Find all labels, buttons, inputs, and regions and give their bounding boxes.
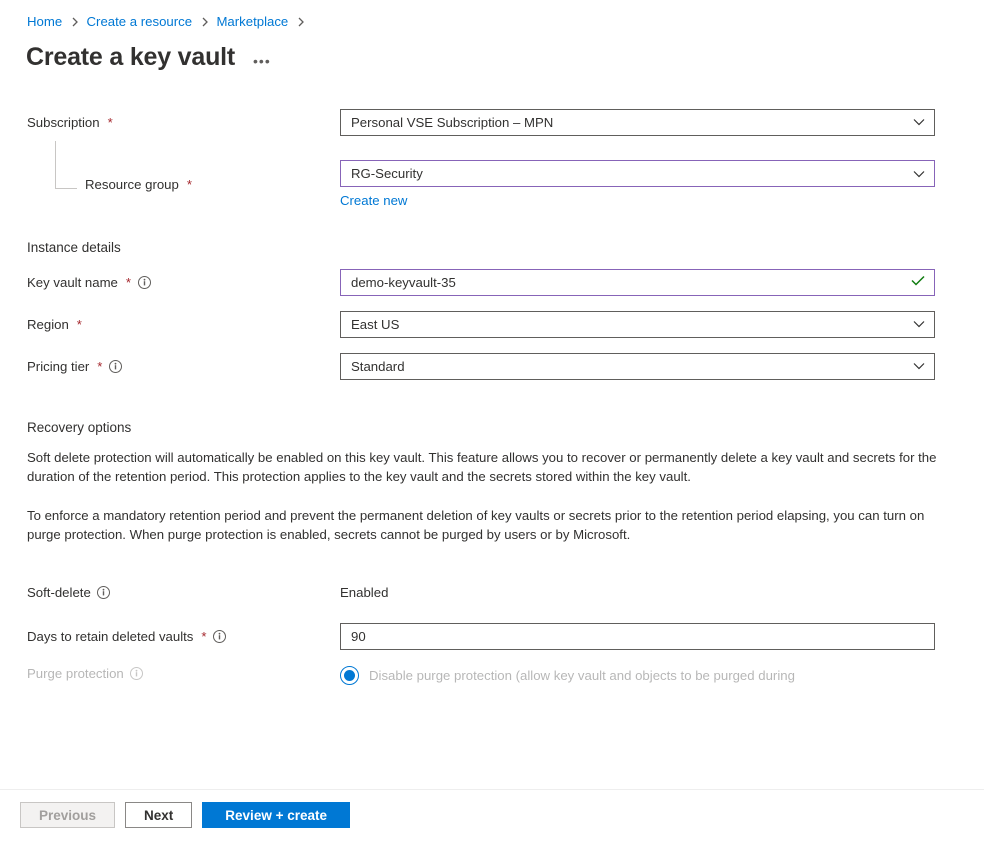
subscription-label: Subscription* xyxy=(27,115,340,130)
key-vault-name-field[interactable] xyxy=(351,270,906,295)
soft-delete-label: Soft-delete xyxy=(27,585,340,600)
purge-protection-label: Purge protection xyxy=(27,666,340,681)
previous-button: Previous xyxy=(20,802,115,828)
instance-details-heading: Instance details xyxy=(27,240,957,255)
purge-protection-disable-label: Disable purge protection (allow key vaul… xyxy=(369,668,795,683)
pricing-tier-value: Standard xyxy=(351,359,405,374)
recovery-para-2: To enforce a mandatory retention period … xyxy=(27,506,937,544)
next-button[interactable]: Next xyxy=(125,802,192,828)
recovery-options-heading: Recovery options xyxy=(27,420,957,435)
region-value: East US xyxy=(351,317,399,332)
resource-group-select[interactable]: RG-Security xyxy=(340,160,935,187)
chevron-down-icon xyxy=(913,166,925,181)
chevron-right-icon xyxy=(202,14,209,29)
info-icon[interactable] xyxy=(137,275,151,289)
soft-delete-value: Enabled xyxy=(340,585,388,600)
chevron-down-icon xyxy=(913,317,925,332)
page-title: Create a key vault xyxy=(26,43,235,72)
breadcrumb-marketplace[interactable]: Marketplace xyxy=(216,14,288,29)
info-icon[interactable] xyxy=(213,629,227,643)
key-vault-name-label: Key vault name* xyxy=(27,275,340,290)
breadcrumb-home[interactable]: Home xyxy=(27,14,62,29)
breadcrumb-create-resource[interactable]: Create a resource xyxy=(87,14,193,29)
chevron-down-icon xyxy=(913,115,925,130)
subscription-value: Personal VSE Subscription – MPN xyxy=(351,115,553,130)
breadcrumb: Home Create a resource Marketplace xyxy=(0,0,984,29)
chevron-right-icon xyxy=(298,14,305,29)
purge-protection-disable-radio[interactable]: Disable purge protection (allow key vaul… xyxy=(340,666,935,685)
more-icon[interactable]: ••• xyxy=(253,53,271,69)
retain-days-label: Days to retain deleted vaults* xyxy=(27,629,340,644)
region-select[interactable]: East US xyxy=(340,311,935,338)
checkmark-icon xyxy=(911,275,925,290)
footer-bar: Previous Next Review + create xyxy=(0,789,984,848)
subscription-select[interactable]: Personal VSE Subscription – MPN xyxy=(340,109,935,136)
retain-days-field[interactable] xyxy=(351,624,906,649)
review-create-button[interactable]: Review + create xyxy=(202,802,350,828)
create-new-link[interactable]: Create new xyxy=(340,193,407,208)
key-vault-name-input[interactable] xyxy=(340,269,935,296)
chevron-right-icon xyxy=(72,14,79,29)
info-icon[interactable] xyxy=(97,585,111,599)
info-icon[interactable] xyxy=(108,359,122,373)
resource-group-label: Resource group* xyxy=(27,177,340,192)
region-label: Region* xyxy=(27,317,340,332)
pricing-tier-select[interactable]: Standard xyxy=(340,353,935,380)
info-icon[interactable] xyxy=(130,667,144,681)
resource-group-value: RG-Security xyxy=(351,166,423,181)
form-area: Subscription* Personal VSE Subscription … xyxy=(0,72,984,694)
retain-days-input[interactable] xyxy=(340,623,935,650)
radio-icon xyxy=(340,666,359,685)
recovery-para-1: Soft delete protection will automaticall… xyxy=(27,448,937,486)
chevron-down-icon xyxy=(913,359,925,374)
pricing-tier-label: Pricing tier* xyxy=(27,359,340,374)
